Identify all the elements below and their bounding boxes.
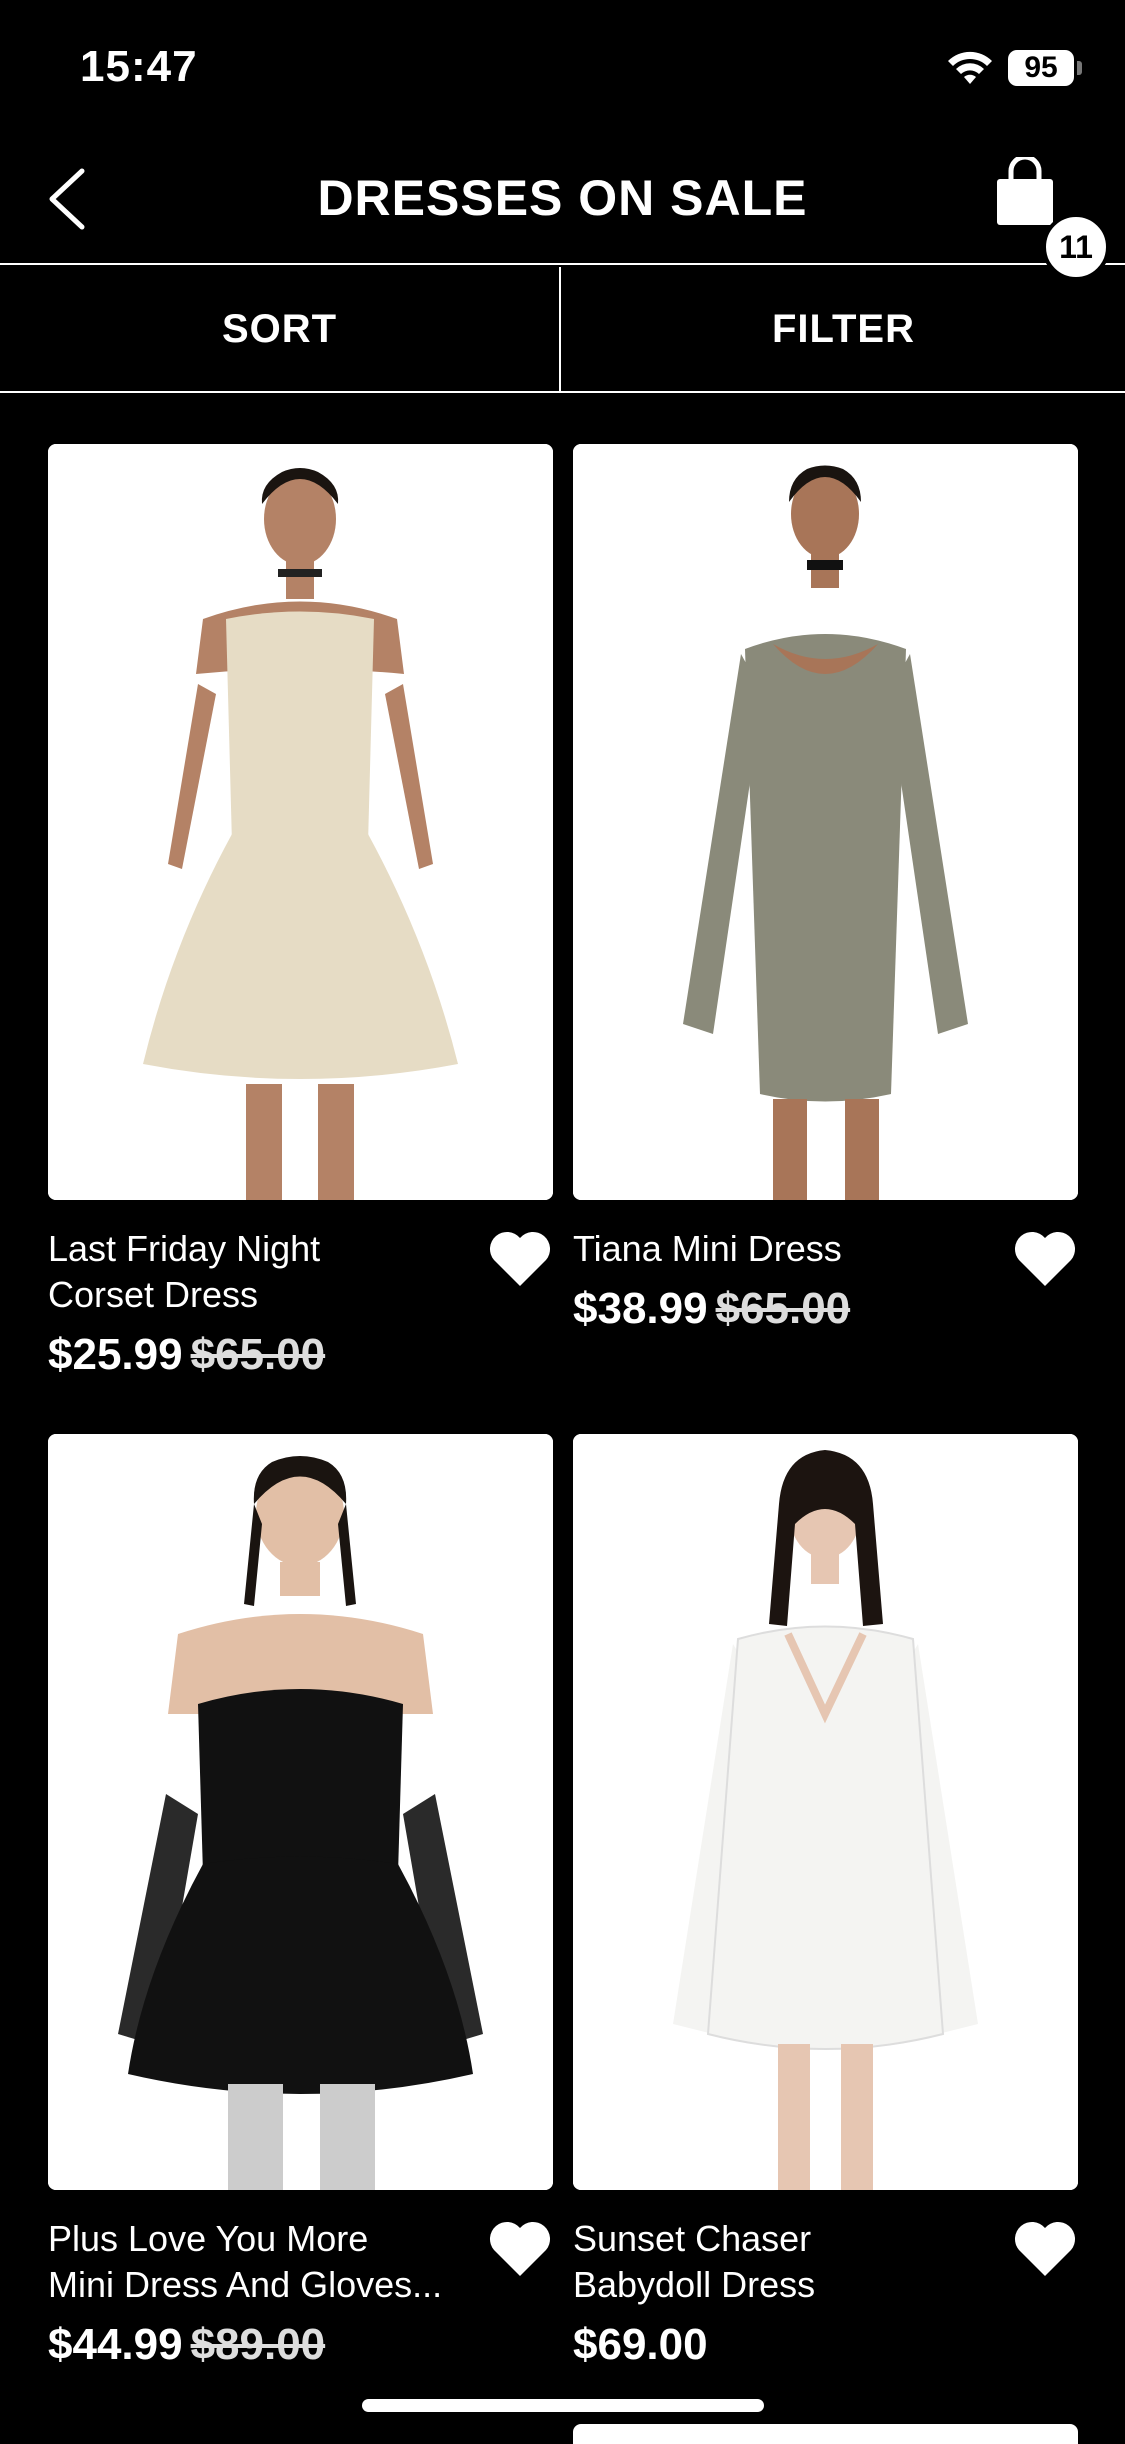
product-card[interactable]: Last Friday Night Corset Dress $25.99 $65… <box>48 444 553 1380</box>
product-name[interactable]: Tiana Mini Dress <box>573 1226 1013 1272</box>
product-image[interactable] <box>573 444 1078 1200</box>
product-image[interactable] <box>573 1434 1078 2190</box>
product-name[interactable]: Plus Love You More Mini Dress And Gloves… <box>48 2216 488 2308</box>
next-product-card-peek[interactable] <box>573 2424 1078 2444</box>
model-illustration <box>48 1434 553 2190</box>
model-illustration <box>573 444 1078 1200</box>
product-image[interactable] <box>48 444 553 1200</box>
home-indicator[interactable] <box>362 2399 764 2412</box>
product-card[interactable]: Tiana Mini Dress $38.99 $65.00 <box>573 444 1078 1334</box>
sale-price: $25.99 <box>48 1330 183 1379</box>
navigation-bar: DRESSES ON SALE 11 <box>0 135 1125 281</box>
battery-indicator: 95 <box>1008 50 1074 86</box>
battery-tip <box>1077 61 1082 75</box>
heart-icon[interactable] <box>487 1228 553 1290</box>
model-illustration <box>48 444 553 1200</box>
product-name[interactable]: Last Friday Night Corset Dress <box>48 1226 488 1318</box>
shopping-bag-icon <box>997 157 1053 225</box>
sale-price: $38.99 <box>573 1284 708 1333</box>
price-row: $44.99 $89.00 <box>48 2320 553 2370</box>
original-price: $65.00 <box>715 1284 851 1333</box>
product-image[interactable] <box>48 1434 553 2190</box>
original-price: $89.00 <box>190 2320 326 2369</box>
sort-button[interactable]: SORT <box>0 267 561 391</box>
heart-icon[interactable] <box>487 2218 553 2280</box>
sort-filter-bar: SORT FILTER <box>0 267 1125 393</box>
wifi-icon <box>948 51 992 84</box>
original-price: $65.00 <box>190 1330 326 1379</box>
status-bar: 15:47 95 <box>0 0 1125 135</box>
model-illustration <box>573 1434 1078 2190</box>
product-card[interactable]: Sunset Chaser Babydoll Dress $69.00 <box>573 1434 1078 2370</box>
price-row: $69.00 <box>573 2320 1078 2370</box>
filter-button[interactable]: FILTER <box>563 267 1124 391</box>
sale-price: $69.00 <box>573 2320 708 2369</box>
price-row: $38.99 $65.00 <box>573 1284 1078 1334</box>
price-row: $25.99 $65.00 <box>48 1330 553 1380</box>
page-title: DRESSES ON SALE <box>317 170 808 226</box>
status-time: 15:47 <box>80 42 198 91</box>
heart-icon[interactable] <box>1012 2218 1078 2280</box>
heart-icon[interactable] <box>1012 1228 1078 1290</box>
sale-price: $44.99 <box>48 2320 183 2369</box>
product-card[interactable]: Plus Love You More Mini Dress And Gloves… <box>48 1434 553 2370</box>
product-name[interactable]: Sunset Chaser Babydoll Dress <box>573 2216 1013 2308</box>
shopping-bag-button[interactable]: 11 <box>995 157 1115 281</box>
